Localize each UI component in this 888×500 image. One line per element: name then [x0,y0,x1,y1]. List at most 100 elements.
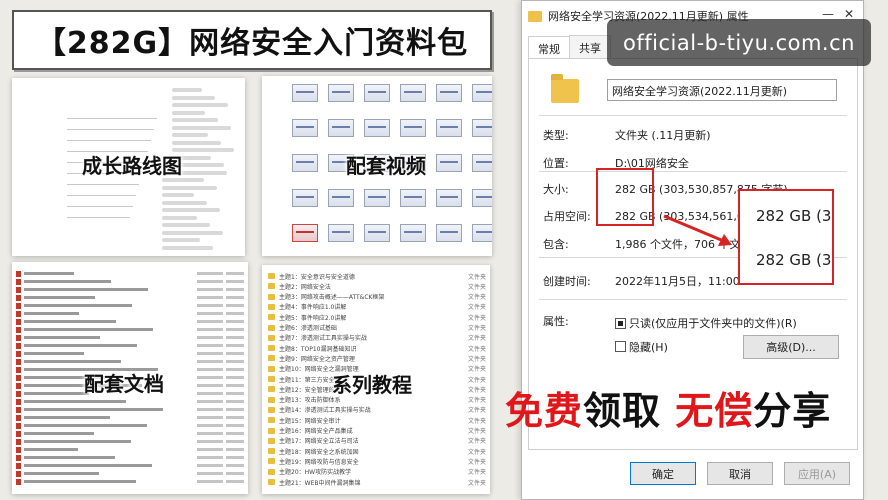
video-thumbnail [292,189,318,207]
doc-size-line [226,344,244,347]
tutorial-item-type: 文件夹 [467,325,486,332]
tutorial-list-row: 主题15：网络安全审计 文件夹 [268,415,486,425]
video-thumbnail [292,224,318,242]
readonly-checkbox[interactable] [615,318,626,329]
pdf-icon [16,438,21,445]
video-thumbnail [472,84,492,102]
hidden-label: 隐藏(H) [629,341,668,354]
tutorial-list-row: 主题2：网络安全法 文件夹 [268,281,486,291]
tutorial-item-type: 文件夹 [467,417,486,425]
mindmap-node [172,125,231,130]
folder-name-field[interactable]: 网络安全学习资源(2022.11月更新) [607,79,837,101]
video-thumbnail [364,119,390,137]
doc-type-line [197,336,223,339]
doc-size-line [226,376,244,379]
doc-name-line [24,288,148,291]
mindmap-branch [67,184,139,185]
doc-size-line [226,280,244,283]
pdf-icon [16,390,21,397]
tutorial-list-row: 主题4：事件响应1.0讲解 文件夹 [268,302,486,312]
doc-size-line [226,304,244,307]
doc-name-line [24,400,126,403]
apply-button[interactable]: 应用(A) [784,462,850,485]
pdf-icon [16,286,21,293]
doc-type-line [197,464,223,467]
pdf-icon [16,422,21,429]
created-label: 创建时间: [543,275,591,288]
ok-button[interactable]: 确定 [630,462,696,485]
tutorial-list-row: 主题16：网络安全产品集成 文件夹 [268,426,486,436]
tutorial-item-name: 主题16：网络安全产品集成 [279,428,353,435]
doc-size-line [226,480,244,483]
created-value: 2022年11月5日，11:00:13 [615,275,758,288]
doc-type-line [197,384,223,387]
doc-list-row [16,462,244,469]
mindmap-branch [67,217,130,218]
tutorial-item-name: 主题18：网络安全之系统加固 [279,448,359,456]
tutorial-item-name: 主题21：WEB中间件漏洞集锦 [279,479,361,487]
tutorial-list-row: 主题1：安全意识与安全道德 文件夹 [268,271,486,281]
tutorial-item-name: 主题17：网络安全立法与司法 [279,438,359,446]
tutorial-item-type: 文件夹 [467,345,486,353]
pdf-icon [16,462,21,469]
folder-icon [268,303,275,310]
tutorial-list-row: 主题9：网络安全之资产管理 文件夹 [268,353,486,363]
pdf-icon [16,366,21,373]
folder-icon [268,334,275,341]
doc-type-line [197,368,223,371]
doc-name-line [24,480,136,483]
doc-size-line [226,400,244,403]
pdf-icon [16,334,21,341]
doc-type-line [197,352,223,355]
pdf-icon [16,310,21,317]
video-thumbnail [328,84,354,102]
attributes-label: 属性: [543,315,569,328]
pdf-icon [16,358,21,365]
mindmap-node [172,140,221,145]
tutorial-item-name: 主题14：渗透测试工具实操与实战 [279,407,371,415]
doc-name-line [24,456,115,459]
doc-type-line [197,288,223,291]
tutorial-list-row: 主题21：WEB中间件漏洞集锦 文件夹 [268,477,486,487]
doc-type-line [197,432,223,435]
mindmap-branch [67,129,154,130]
doc-list-row [16,398,244,405]
advanced-button[interactable]: 高级(D)... [743,335,839,359]
tab-sharing[interactable]: 共享 [569,35,611,60]
tutorial-item-name: 主题9：网络安全之资产管理 [279,355,355,363]
tutorial-item-name: 主题6：渗透测试基础 [279,325,337,332]
pdf-icon [16,398,21,405]
doc-size-line [226,360,244,363]
video-thumbnail [436,84,462,102]
doc-list-row [16,302,244,309]
tutorial-item-type: 文件夹 [467,386,486,394]
video-thumbnail [472,189,492,207]
hidden-checkbox[interactable] [615,341,626,352]
doc-size-line [226,408,244,411]
doc-name-line [24,392,89,395]
folder-icon [268,386,275,393]
video-thumbnail [364,224,390,242]
folder-icon [268,365,275,372]
video-thumbnail [400,84,426,102]
cancel-button[interactable]: 取消 [707,462,773,485]
promo-banner: 免费领取 无偿分享 [505,380,831,435]
mindmap-branch [67,206,133,207]
divider [539,115,847,116]
video-thumbnail [364,189,390,207]
doc-type-line [197,424,223,427]
tutorial-label: 系列教程 [332,373,412,397]
tutorial-item-type: 文件夹 [467,376,486,384]
doc-type-line [197,328,223,331]
folder-icon [268,437,275,444]
folder-icon [268,355,275,362]
pdf-icon [16,454,21,461]
tutorial-item-name: 主题20：HW攻防实战教学 [279,469,352,477]
video-thumbnail [292,119,318,137]
pdf-icon [16,430,21,437]
tutorial-item-type: 文件夹 [467,283,486,291]
doc-list-row [16,278,244,285]
mindmap-node [162,193,194,197]
doc-list-row [16,478,244,485]
pdf-icon [16,478,21,485]
